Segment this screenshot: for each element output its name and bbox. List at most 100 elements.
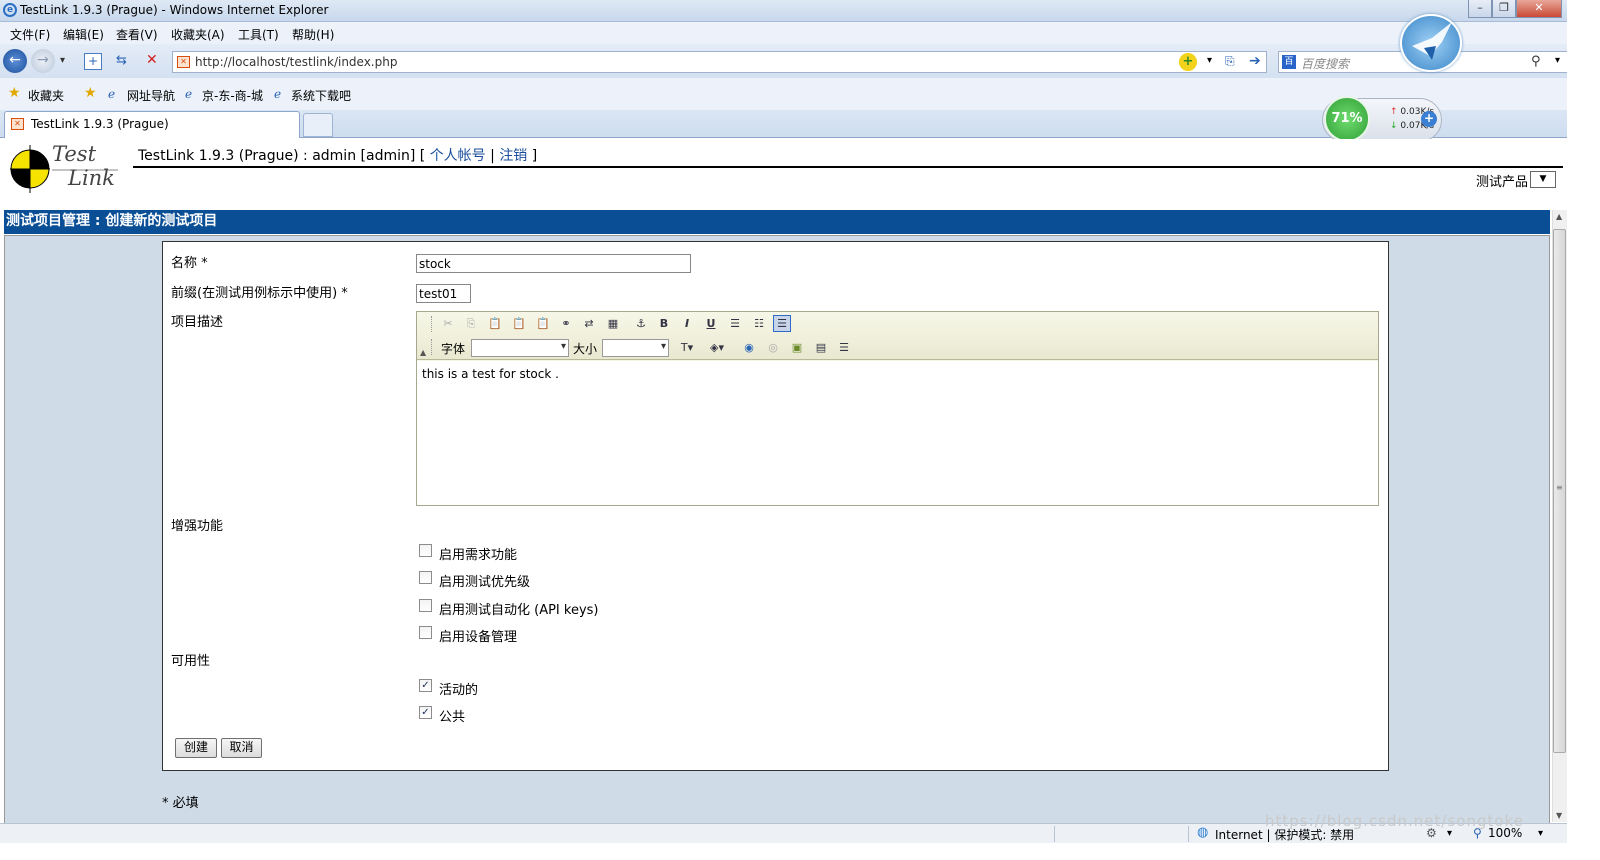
- horizontal-rule-icon[interactable]: ☰: [835, 339, 853, 356]
- priority-label: 启用测试优先级: [439, 575, 531, 590]
- table-icon[interactable]: ▦: [604, 315, 622, 332]
- go-icon[interactable]: ➔: [1249, 53, 1261, 69]
- forward-button[interactable]: →: [31, 49, 55, 73]
- close-window-button[interactable]: ✕: [1516, 0, 1562, 18]
- minimize-button[interactable]: –: [1468, 0, 1492, 18]
- rss-icon[interactable]: ⎘: [1225, 54, 1235, 69]
- header-separator: |: [490, 148, 495, 164]
- tab-favicon: ✕: [11, 118, 24, 130]
- replace-icon[interactable]: ⇄: [580, 315, 598, 332]
- find-icon[interactable]: ⚭: [557, 315, 575, 332]
- align-icon[interactable]: ☰: [773, 315, 791, 332]
- collapse-toolbar-icon[interactable]: ▲: [420, 348, 426, 357]
- bulleted-list-icon[interactable]: ☷: [750, 315, 768, 332]
- requirements-checkbox[interactable]: [419, 544, 432, 557]
- address-dropdown-icon[interactable]: ▾: [1207, 55, 1212, 66]
- active-checkbox[interactable]: ✓: [419, 679, 432, 692]
- browser-tab[interactable]: ✕ TestLink 1.9.3 (Prague): [4, 111, 300, 138]
- testlink-logo: Test Link: [10, 142, 120, 195]
- status-divider: [1188, 826, 1189, 842]
- name-label: 名称 *: [171, 256, 208, 271]
- stop-icon[interactable]: ✕: [146, 52, 158, 68]
- description-editor: ✂ ⎘ 📋 📋 📋 ⚭ ⇄ ▦ ⚓ B I U ☰ ☷ ☰ ▲ 字体 大小 T▾…: [416, 311, 1379, 506]
- prefix-input[interactable]: test01: [416, 284, 471, 303]
- inventory-checkbox[interactable]: [419, 626, 432, 639]
- ie-page-icon: ℯ: [274, 87, 282, 101]
- cancel-button[interactable]: 取消: [221, 738, 262, 758]
- underline-icon[interactable]: U: [702, 315, 720, 332]
- scroll-up-icon[interactable]: ▲: [1556, 212, 1562, 221]
- table-insert-icon[interactable]: ▤: [812, 339, 830, 356]
- add-favorite-icon[interactable]: ★: [84, 85, 97, 101]
- anchor-icon[interactable]: ⚓: [632, 315, 650, 332]
- menu-tools[interactable]: 工具(T): [238, 26, 279, 43]
- tab-title[interactable]: TestLink 1.9.3 (Prague): [31, 117, 169, 131]
- image-icon[interactable]: ▣: [788, 339, 806, 356]
- scrollbar-thumb[interactable]: ≡: [1553, 229, 1566, 753]
- search-icon[interactable]: ⚲: [1531, 54, 1541, 69]
- fav-item-jd[interactable]: 京-东-商-城: [202, 87, 263, 104]
- window-right-edge: [1567, 0, 1600, 860]
- search-placeholder[interactable]: 百度搜索: [1301, 55, 1349, 72]
- product-select[interactable]: ▼: [1530, 171, 1556, 188]
- paste-text-icon[interactable]: 📋: [510, 315, 528, 332]
- compatibility-icon[interactable]: +: [84, 53, 102, 70]
- back-button[interactable]: ←: [3, 49, 27, 73]
- editor-content[interactable]: this is a test for stock .: [417, 361, 1378, 505]
- font-select[interactable]: [471, 339, 569, 357]
- create-button[interactable]: 创建: [175, 738, 217, 758]
- favorites-label[interactable]: 收藏夹: [28, 87, 64, 104]
- address-url[interactable]: http://localhost/testlink/index.php: [195, 55, 397, 69]
- ie-page-icon: ℯ: [108, 87, 116, 101]
- window-title: TestLink 1.9.3 (Prague) - Windows Intern…: [20, 3, 329, 17]
- numbered-list-icon[interactable]: ☰: [726, 315, 744, 332]
- text-color-icon[interactable]: T▾: [675, 339, 699, 356]
- product-label: 测试产品: [1476, 175, 1529, 190]
- automation-checkbox[interactable]: [419, 599, 432, 612]
- paste-icon[interactable]: 📋: [486, 315, 504, 332]
- italic-icon[interactable]: I: [678, 315, 696, 332]
- search-dropdown-icon[interactable]: ▾: [1555, 55, 1560, 66]
- fav-item-nav[interactable]: 网址导航: [127, 87, 175, 104]
- size-select[interactable]: [602, 339, 669, 357]
- font-label: 字体: [441, 342, 466, 356]
- copy-icon[interactable]: ⎘: [462, 315, 480, 332]
- memory-gauge[interactable]: 71%: [1324, 96, 1370, 142]
- restore-button[interactable]: ❐: [1492, 0, 1516, 18]
- cut-icon[interactable]: ✂: [439, 315, 457, 332]
- widget-plus-icon[interactable]: +: [1421, 111, 1437, 127]
- menu-view[interactable]: 查看(V): [116, 26, 158, 43]
- paste-word-icon[interactable]: 📋: [534, 315, 552, 332]
- link-icon[interactable]: ◉: [740, 339, 758, 356]
- bold-icon[interactable]: B: [655, 315, 673, 332]
- logout-link[interactable]: 注销: [499, 148, 527, 164]
- menu-bar: 文件(F) 编辑(E) 查看(V) 收藏夹(A) 工具(T) 帮助(H): [0, 22, 1600, 44]
- name-input[interactable]: stock: [416, 254, 691, 273]
- status-divider: [1054, 826, 1055, 842]
- baidu-icon: 百: [1282, 55, 1296, 69]
- fav-item-download[interactable]: 系统下载吧: [291, 87, 351, 104]
- menu-help[interactable]: 帮助(H): [292, 26, 334, 43]
- public-checkbox[interactable]: ✓: [419, 706, 432, 719]
- address-bar[interactable]: ✕ http://localhost/testlink/index.php + …: [172, 51, 1267, 73]
- refresh-icon[interactable]: ⇆: [116, 53, 127, 68]
- size-label: 大小: [573, 342, 598, 356]
- scroll-down-icon[interactable]: ▼: [1556, 811, 1562, 820]
- public-label: 公共: [439, 710, 466, 725]
- bg-color-icon[interactable]: ◈▾: [705, 339, 729, 356]
- header-info-text: TestLink 1.9.3 (Prague) : admin [admin] …: [138, 148, 426, 164]
- internet-zone-icon: ◍: [1197, 825, 1209, 840]
- priority-checkbox[interactable]: [419, 571, 432, 584]
- menu-favorites[interactable]: 收藏夹(A): [171, 26, 225, 43]
- menu-edit[interactable]: 编辑(E): [63, 26, 104, 43]
- addon-icon[interactable]: +: [1179, 53, 1197, 71]
- menu-file[interactable]: 文件(F): [10, 26, 50, 43]
- account-link[interactable]: 个人帐号: [430, 148, 486, 164]
- new-tab-button[interactable]: [303, 113, 333, 137]
- window-bottom-edge: [0, 843, 1600, 860]
- unlink-icon[interactable]: ◎: [764, 339, 782, 356]
- zoom-dropdown-icon[interactable]: ▾: [1538, 828, 1543, 839]
- history-dropdown-icon[interactable]: ▾: [60, 55, 65, 66]
- logo-text-bottom: Link: [68, 166, 115, 190]
- ie-page-icon: ℯ: [185, 87, 193, 101]
